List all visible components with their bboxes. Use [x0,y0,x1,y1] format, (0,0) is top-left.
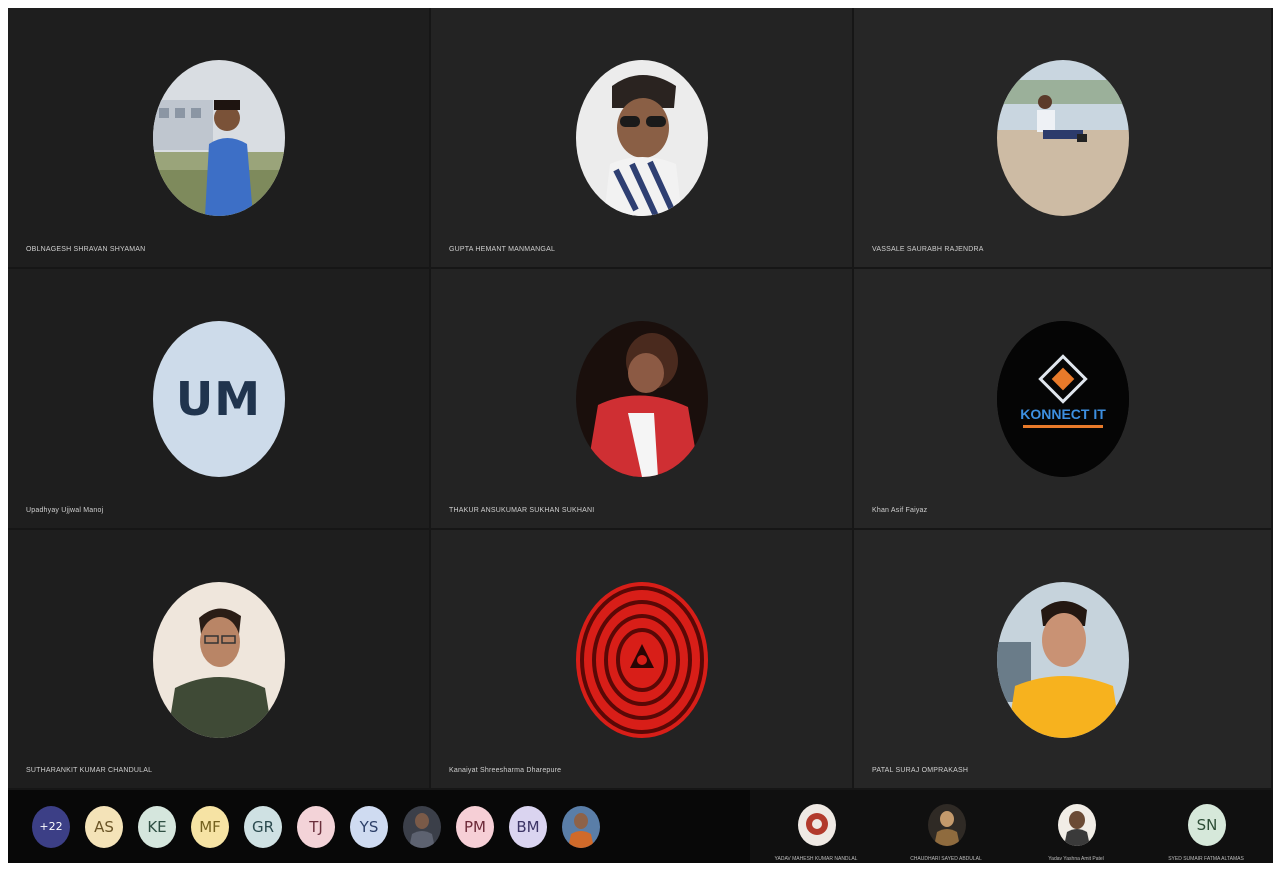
participant-name: THAKUR ANSUKUMAR SUKHAN SUKHANI [449,507,595,514]
participant-roster: +22 AS KE MF GR TJ YS PM BM [8,790,750,863]
roster-avatar[interactable]: KE [138,805,176,848]
participant-avatar [575,321,708,477]
participant-tile[interactable]: SUTHARANKIT KUMAR CHANDULAL [8,530,431,790]
participant-avatar: UM [152,321,285,477]
bottom-strip: +22 AS KE MF GR TJ YS PM BM YADAV MAHESH… [8,790,1273,863]
roster-photo-avatar[interactable] [562,805,600,848]
participant-photo [996,60,1129,216]
mini-participant-name: Yadav Yashna Amit Patel [1048,856,1104,862]
participant-avatar [996,60,1129,216]
participant-avatar [575,582,708,738]
participant-name: OBLNAGESH SHRAVAN SHYAMAN [26,246,146,253]
roster-avatar[interactable]: AS [85,805,123,848]
participant-avatar: KONNECT IT [996,321,1129,477]
participant-avatar [996,582,1129,738]
participant-avatar [152,60,285,216]
mini-avatar [1058,804,1096,846]
participant-avatar [152,582,285,738]
roster-photo [562,805,600,848]
more-participants-count[interactable]: +22 [32,805,70,848]
mini-participant-tile[interactable]: YADAV MAHESH KUMAR NANDLAL [750,790,880,863]
participant-tile[interactable]: VASSALE SAURABH RAJENDRA [854,8,1273,269]
roster-photo [403,805,441,848]
participant-photo [152,60,285,216]
mini-avatar [798,804,836,846]
participant-photo [575,60,708,216]
mini-participant-name: YADAV MAHESH KUMAR NANDLAL [774,856,858,862]
participant-tile[interactable]: KONNECT IT Khan Asif Faiyaz [854,269,1273,530]
konnect-logo: KONNECT IT [996,321,1129,477]
logo-text: KONNECT IT [1020,406,1106,422]
mini-avatar [928,804,966,846]
participant-name: GUPTA HEMANT MANMANGAL [449,246,556,253]
participant-name: VASSALE SAURABH RAJENDRA [872,246,984,253]
participant-name: SUTHARANKIT KUMAR CHANDULAL [26,767,153,774]
roster-avatar[interactable]: PM [456,805,494,848]
participant-grid: OBLNAGESH SHRAVAN SHYAMAN GUPTA HEMANT M… [8,8,1273,790]
roster-avatar[interactable]: BM [509,805,547,848]
roster-avatar[interactable]: YS [350,805,388,848]
mini-participant-name: SYED SUMAIR FATMA ALTAMAS [1168,856,1244,862]
participant-tile[interactable]: PATAL SURAJ OMPRAKASH [854,530,1273,790]
mini-participant-tile[interactable]: Yadav Yashna Amit Patel [1010,790,1140,863]
mini-participant-tile[interactable]: CHAUDHARI SAYED ABDULAL [880,790,1010,863]
participant-name: Kanaiyat Shreesharma Dharepure [449,767,562,774]
participant-name: Khan Asif Faiyaz [872,507,928,514]
participant-name: PATAL SURAJ OMPRAKASH [872,767,969,774]
participant-tile[interactable]: GUPTA HEMANT MANMANGAL [431,8,854,269]
mini-participant-tile[interactable]: SN SYED SUMAIR FATMA ALTAMAS [1140,790,1270,863]
mini-participant-name: CHAUDHARI SAYED ABDULAL [910,856,982,862]
roster-photo-avatar[interactable] [403,805,441,848]
mini-photo [928,804,966,846]
participant-photo [575,321,708,477]
participant-initials: UM [175,372,262,426]
participant-avatar [575,60,708,216]
roster-avatar[interactable]: MF [191,805,229,848]
participant-name: Upadhyay Ujjwal Manoj [26,507,104,514]
roster-avatar[interactable]: GR [244,805,282,848]
mini-avatar-initials: SN [1188,804,1226,846]
participant-tile[interactable]: THAKUR ANSUKUMAR SUKHAN SUKHANI [431,269,854,530]
video-call-stage: OBLNAGESH SHRAVAN SHYAMAN GUPTA HEMANT M… [8,8,1273,863]
participant-photo [996,582,1129,738]
participant-tile[interactable]: Kanaiyat Shreesharma Dharepure [431,530,854,790]
rings-pattern [575,582,708,738]
participant-tile[interactable]: UM Upadhyay Ujjwal Manoj [8,269,431,530]
mini-photo [798,804,836,846]
participant-tile[interactable]: OBLNAGESH SHRAVAN SHYAMAN [8,8,431,269]
participant-photo [152,582,285,738]
roster-avatar[interactable]: TJ [297,805,335,848]
mini-photo [1058,804,1096,846]
